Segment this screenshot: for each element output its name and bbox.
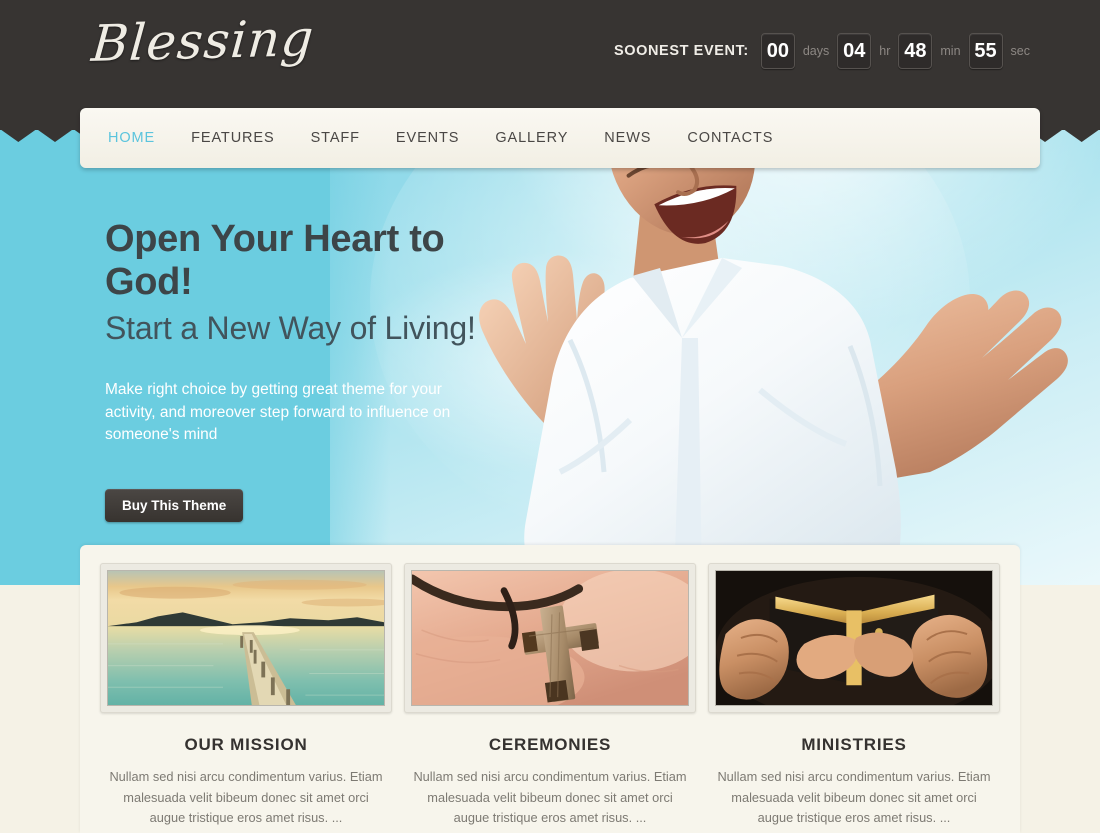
card-title: CEREMONIES [488, 735, 612, 754]
feature-card: CEREMONIES Nullam sed nisi arcu condimen… [404, 563, 696, 829]
our-mission-thumbnail[interactable] [107, 570, 385, 706]
card-title: MINISTRIES [801, 735, 907, 754]
countdown-hours-unit: hr [879, 44, 891, 58]
nav-item-events[interactable]: EVENTS [396, 130, 459, 146]
nav-item-gallery[interactable]: GALLERY [495, 130, 568, 146]
countdown-seconds-unit: sec [1010, 44, 1030, 58]
ministries-thumbnail[interactable] [715, 570, 993, 706]
card-body-text: Nullam sed nisi arcu condimentum varius.… [717, 769, 991, 826]
nav-item-features[interactable]: FEATURES [191, 130, 274, 146]
nav-item-contacts[interactable]: CONTACTS [687, 130, 773, 146]
card-title: OUR MISSION [184, 735, 308, 754]
ceremonies-thumbnail[interactable] [411, 570, 689, 706]
hero-heading: Open Your Heart to God! [105, 218, 445, 303]
countdown-days-unit: days [802, 44, 830, 58]
photo-frame[interactable] [708, 563, 1000, 713]
main-navigation: HOME FEATURES STAFF EVENTS GALLERY NEWS … [80, 108, 1040, 168]
hero-paragraph: Make right choice by getting great theme… [105, 381, 451, 444]
card-body-text: Nullam sed nisi arcu condimentum varius.… [109, 769, 383, 826]
countdown-timer: SOONEST EVENT: 00 days 04 hr 48 min 55 s… [614, 33, 1038, 69]
feature-card: OUR MISSION Nullam sed nisi arcu condime… [100, 563, 392, 829]
countdown-minutes-value: 48 [898, 33, 933, 69]
countdown-label: SOONEST EVENT: [613, 43, 749, 59]
site-logo[interactable]: Blessing [89, 9, 316, 73]
feature-card: MINISTRIES Nullam sed nisi arcu condimen… [708, 563, 1000, 829]
photo-frame[interactable] [100, 563, 392, 713]
nav-item-home[interactable]: HOME [108, 130, 155, 146]
hero-subheading: Start a New Way of Living! [105, 310, 476, 347]
buy-this-theme-button[interactable]: Buy This Theme [105, 488, 244, 522]
countdown-seconds-value: 55 [968, 33, 1003, 69]
feature-cards-row: OUR MISSION Nullam sed nisi arcu condime… [80, 545, 1020, 829]
countdown-minutes-unit: min [940, 44, 961, 58]
card-body-text: Nullam sed nisi arcu condimentum varius.… [413, 769, 687, 826]
nav-item-news[interactable]: NEWS [604, 130, 651, 146]
countdown-hours-value: 04 [837, 33, 872, 69]
hero-text-block: Open Your Heart to God! Start a New Way … [105, 218, 535, 522]
countdown-days-value: 00 [760, 33, 795, 69]
content-panel: OUR MISSION Nullam sed nisi arcu condime… [80, 545, 1020, 833]
photo-frame[interactable] [404, 563, 696, 713]
nav-item-staff[interactable]: STAFF [311, 130, 360, 146]
